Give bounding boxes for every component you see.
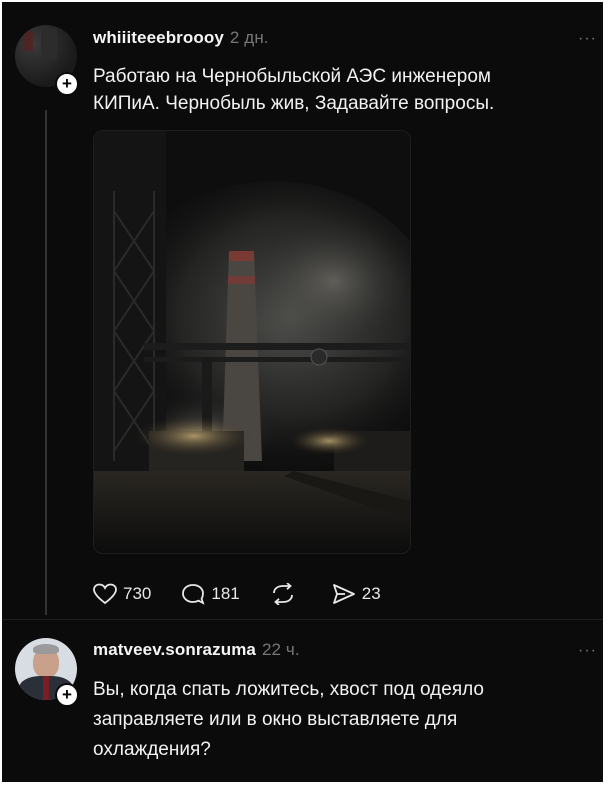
comment-count: 181: [211, 584, 240, 603]
reply-time: 22 ч.: [261, 640, 300, 659]
share-button[interactable]: 23: [332, 583, 381, 605]
like-count: 730: [123, 584, 152, 603]
post-text: Работаю на Чернобыльской АЭС инженером К…: [93, 63, 593, 117]
post-time: 2 дн.: [229, 28, 269, 47]
post-actions-bar: 730 181 23: [93, 580, 411, 608]
reply-username[interactable]: matveev.sonrazuma: [93, 640, 256, 659]
repost-icon: [272, 583, 293, 605]
reply-text: Вы, когда спать ложитесь, хвост под одея…: [93, 675, 593, 765]
chernobyl-night-photo: [94, 131, 410, 553]
post-more-menu-icon[interactable]: ···: [578, 30, 597, 48]
reply-text-line: Вы, когда спать ложитесь, хвост под одея…: [93, 679, 484, 700]
reply-text-line: заправляете или в окно выставляете для: [93, 709, 458, 730]
like-button[interactable]: 730: [93, 583, 151, 605]
post-text-line: Работаю на Чернобыльской АЭС инженером: [93, 66, 491, 87]
reply-more-menu-icon[interactable]: ···: [578, 642, 597, 660]
feed-screen: + whiiiteeebroooy 2 дн. ··· Работаю на Че…: [2, 2, 603, 782]
post-author-header: whiiiteeebroooy 2 дн.: [93, 28, 269, 48]
post-username[interactable]: whiiiteeebroooy: [93, 28, 224, 47]
share-count: 23: [361, 584, 381, 603]
post-photo[interactable]: [93, 130, 411, 554]
follow-plus-icon[interactable]: +: [55, 72, 79, 96]
thread-connector-line: [45, 110, 47, 615]
follow-plus-icon[interactable]: +: [55, 683, 79, 707]
comment-bubble-icon: [182, 584, 205, 605]
comment-button[interactable]: 181: [181, 583, 240, 605]
send-icon: [332, 584, 355, 604]
post-divider: [2, 619, 603, 620]
reply-text-line: охлаждения?: [93, 739, 211, 760]
post-text-line: КИПиА. Чернобыль жив, Задавайте вопросы.: [93, 93, 495, 114]
reply-author-header: matveev.sonrazuma 22 ч.: [93, 640, 300, 660]
repost-button[interactable]: [270, 583, 302, 605]
heart-icon: [93, 583, 117, 605]
